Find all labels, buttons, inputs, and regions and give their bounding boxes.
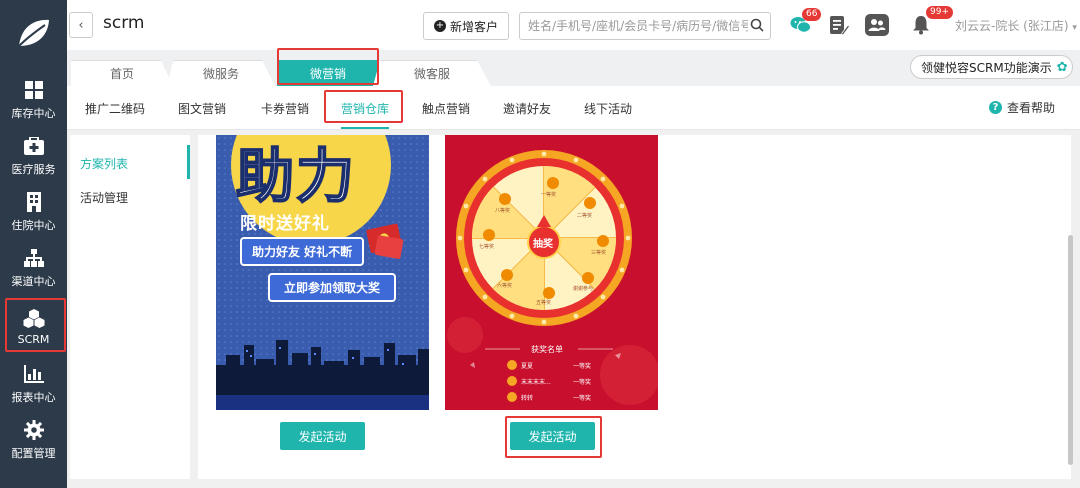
tasks-button[interactable]	[826, 12, 852, 38]
subnav-coupon-marketing[interactable]: 卡券营销	[261, 100, 309, 117]
top-header: ‹ scrm + 新增客户 66 99+ 刘云云-院长 (张江店) ▾	[67, 0, 1080, 50]
settings-gear-icon: ✿	[1056, 59, 1068, 75]
medical-kit-icon	[23, 135, 45, 157]
nav-label: 配置管理	[11, 447, 56, 460]
side-panel: 方案列表 活动管理	[70, 135, 190, 479]
side-item-activity-management[interactable]: 活动管理	[80, 189, 128, 206]
clipboard-edit-icon	[830, 16, 849, 36]
subnav-offline-activity[interactable]: 线下活动	[584, 100, 632, 117]
prize-label-5: 五等奖	[536, 300, 552, 306]
start-activity-button-1[interactable]: 发起活动	[280, 422, 365, 450]
nav-item-channel[interactable]: 渠道中心	[0, 240, 67, 296]
nav-item-scrm[interactable]: SCRM	[0, 298, 67, 354]
side-item-plan-list[interactable]: 方案列表	[80, 155, 128, 172]
winner-name-1: 夏夏	[521, 363, 534, 370]
sub-nav: 推广二维码 图文营销 卡券营销 营销仓库 触点营销 邀请好友 线下活动 ? 查看…	[67, 86, 1080, 130]
nav-label: 报表中心	[11, 391, 56, 404]
nav-item-settings[interactable]: 配置管理	[0, 412, 67, 468]
demo-button[interactable]: 领健悦容SCRM功能演示 ✿	[910, 55, 1073, 79]
nav-label: 库存中心	[11, 107, 56, 120]
nav-label: 渠道中心	[11, 275, 56, 288]
subnav-graphic-marketing[interactable]: 图文营销	[178, 100, 226, 117]
prize-label-4: 谢谢参与	[573, 286, 594, 292]
nav-label: 医疗服务	[11, 163, 56, 176]
bar-chart-icon	[23, 363, 45, 385]
tab-micro-service[interactable]: 微服务	[167, 60, 275, 86]
chevron-down-icon: ▾	[1072, 23, 1077, 33]
grid-icon	[23, 79, 45, 101]
user-menu[interactable]: 刘云云-院长 (张江店) ▾	[955, 17, 1077, 34]
prize-label-6: 六等奖	[497, 283, 513, 289]
user-name: 刘云云-院长 (张江店)	[955, 19, 1069, 33]
wechat-button[interactable]: 66	[788, 8, 822, 38]
notification-badge: 99+	[926, 6, 953, 19]
org-chart-icon	[23, 247, 45, 269]
search-input[interactable]	[520, 13, 748, 39]
poster-headline: 助力	[235, 141, 357, 211]
plus-icon: +	[433, 20, 446, 32]
nav-item-medical[interactable]: 医疗服务	[0, 128, 67, 184]
subnav-touchpoint-marketing[interactable]: 触点营销	[422, 100, 470, 117]
contacts-button[interactable]	[864, 12, 890, 38]
subnav-marketing-warehouse[interactable]: 营销仓库	[341, 100, 390, 129]
help-link[interactable]: ? 查看帮助	[989, 99, 1055, 116]
cubes-icon	[23, 307, 45, 329]
left-nav: 库存中心 医疗服务 住院中心 渠道中心 SCRM 报表中心 配置管理	[0, 0, 67, 488]
nav-item-reports[interactable]: 报表中心	[0, 356, 67, 412]
template-card-lucky-wheel[interactable]: 抽奖 一等奖 二等奖 三等奖 谢谢参与 五等奖 六等奖 七等奖 八等奖 获奖名单…	[445, 135, 658, 410]
page-title: scrm	[103, 13, 145, 33]
tabs-bar: 首页 微服务 微营销 微客服 领健悦容SCRM功能演示 ✿	[67, 50, 1080, 86]
search-box	[519, 12, 771, 40]
brand-logo[interactable]	[0, 0, 67, 66]
active-indicator	[187, 145, 190, 179]
wechat-badge: 66	[802, 8, 822, 21]
tab-micro-marketing[interactable]: 微营销	[277, 60, 379, 86]
back-button[interactable]: ‹	[69, 12, 93, 38]
main-content: 助力 限时送好礼 助力好友 好礼不断 立即参加领取大奖 发起活动 抽奖 一等奖 …	[198, 135, 1071, 479]
hospital-building-icon	[23, 191, 45, 213]
bell-icon	[913, 16, 929, 35]
subnav-promo-qrcode[interactable]: 推广二维码	[85, 100, 145, 117]
winner-prize-1: 一等奖	[573, 363, 592, 370]
prize-label-1: 一等奖	[541, 192, 557, 198]
leaf-logo-icon	[17, 19, 49, 47]
prize-label-7: 七等奖	[479, 244, 495, 250]
prize-label-8: 八等奖	[495, 208, 511, 214]
new-customer-button[interactable]: + 新增客户	[423, 12, 509, 40]
tab-micro-support[interactable]: 微客服	[373, 60, 491, 86]
nav-item-inventory[interactable]: 库存中心	[0, 72, 67, 128]
wheel-center-label: 抽奖	[533, 239, 553, 250]
new-customer-label: 新增客户	[449, 19, 498, 34]
template-card-assist[interactable]: 助力 限时送好礼 助力好友 好礼不断 立即参加领取大奖	[216, 135, 429, 410]
users-icon	[865, 14, 889, 36]
prize-label-2: 二等奖	[577, 213, 593, 219]
notifications-button[interactable]: 99+	[908, 6, 953, 38]
tab-home[interactable]: 首页	[71, 60, 173, 86]
scrollbar[interactable]	[1068, 235, 1073, 465]
question-icon: ?	[989, 101, 1002, 114]
demo-label: 领健悦容SCRM功能演示	[921, 60, 1052, 75]
gear-icon	[23, 419, 45, 441]
nav-item-inpatient[interactable]: 住院中心	[0, 184, 67, 240]
poster-pill-2: 立即参加领取大奖	[268, 273, 397, 302]
prize-label-3: 三等奖	[591, 250, 607, 256]
nav-label: 住院中心	[11, 219, 56, 232]
poster-subtitle: 限时送好礼	[240, 214, 330, 234]
winner-prize-2: 一等奖	[573, 379, 592, 386]
start-activity-button-2[interactable]: 发起活动	[510, 422, 595, 450]
search-icon[interactable]	[750, 18, 764, 35]
winner-name-3: 转转	[521, 395, 534, 402]
poster-pill-1: 助力好友 好礼不断	[240, 237, 365, 266]
winner-name-2: 末末末末...	[521, 379, 551, 386]
subnav-invite-friends[interactable]: 邀请好友	[503, 100, 551, 117]
help-label: 查看帮助	[1007, 101, 1056, 115]
nav-label: SCRM	[17, 332, 50, 346]
lucky-wheel-image	[445, 135, 658, 410]
winner-prize-3: 一等奖	[573, 395, 592, 402]
winners-title: 获奖名单	[531, 345, 563, 354]
